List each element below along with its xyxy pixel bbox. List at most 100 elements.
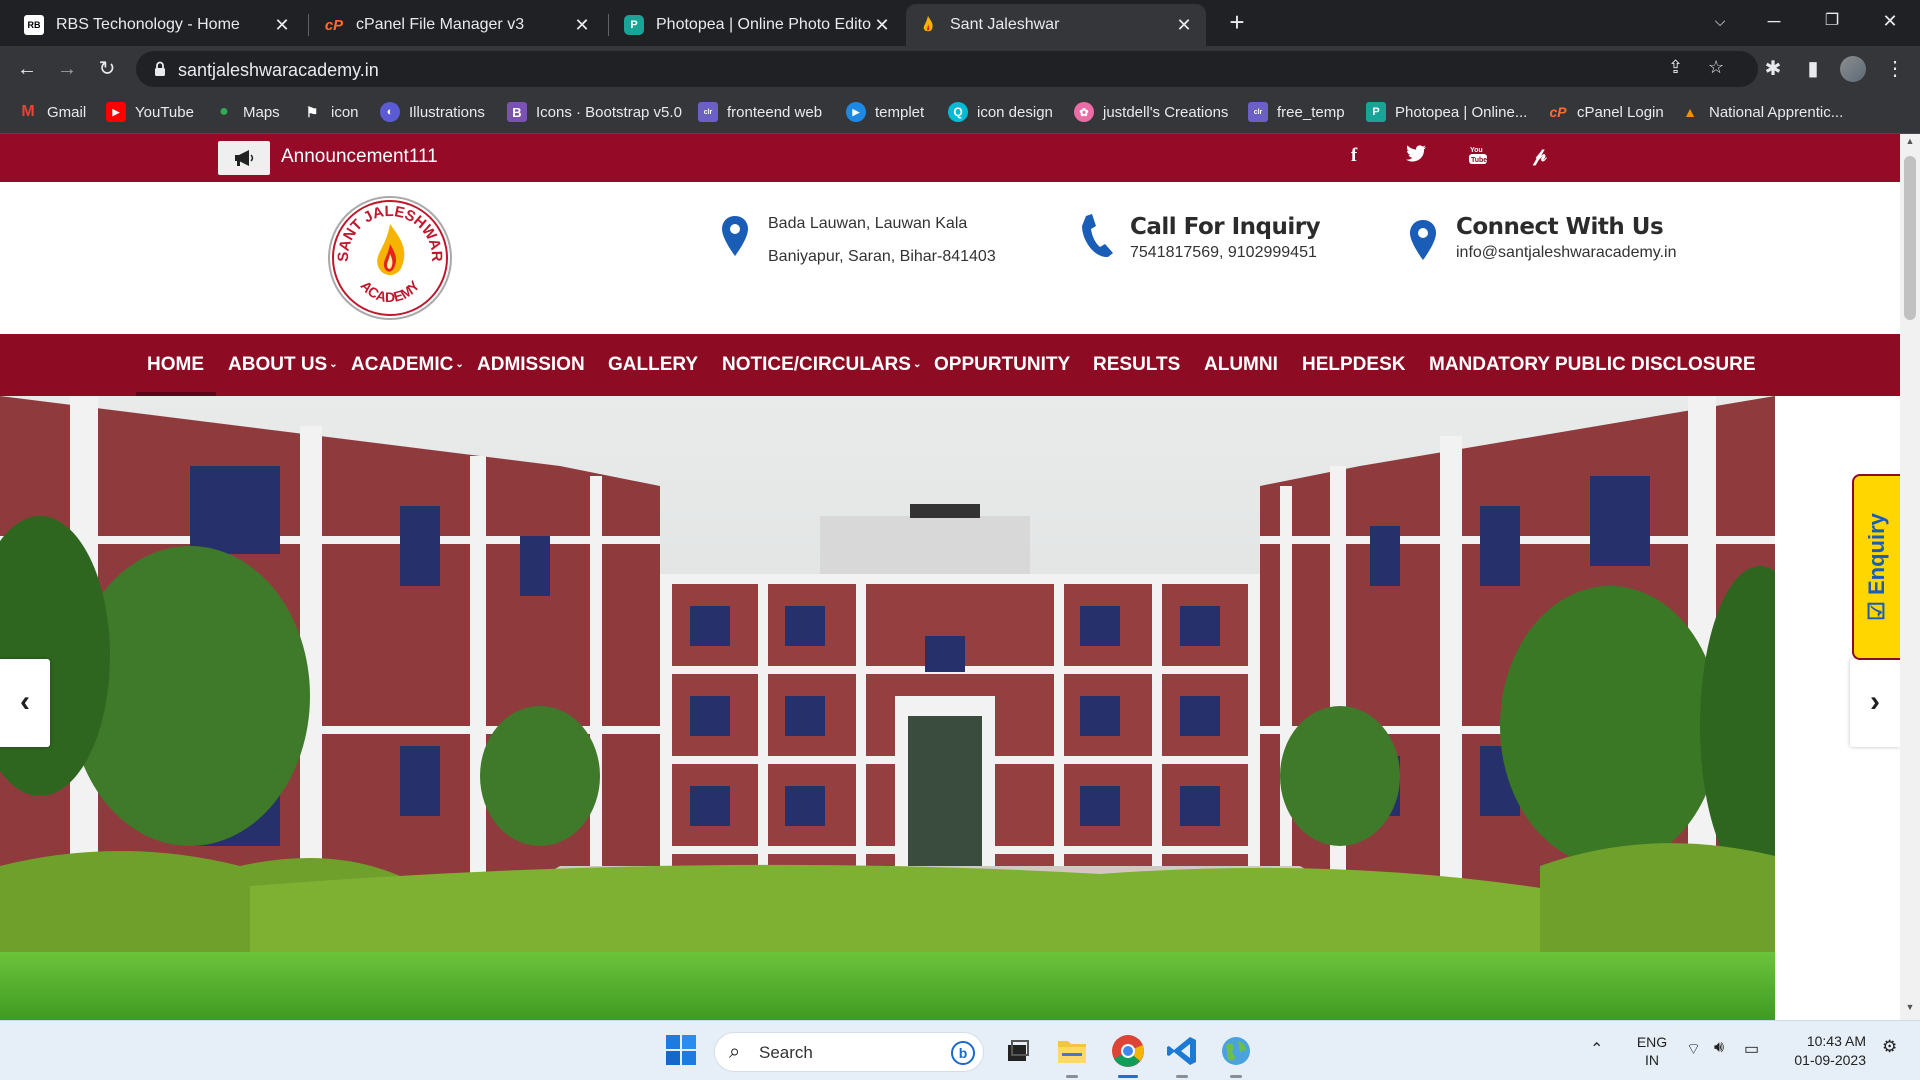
volume-icon[interactable]: 🔊︎ <box>1714 1039 1724 1057</box>
slider-prev-button[interactable]: ‹ <box>0 659 50 747</box>
connect-block: Connect With Us info@santjaleshwaracadem… <box>1410 214 1677 262</box>
tab-search-chevron-icon[interactable]: ⌵ <box>1700 6 1740 36</box>
octopus-icon: ✿ <box>1074 102 1094 122</box>
address-bar[interactable]: santjaleshwaracademy.in ⇪ ☆ <box>136 51 1758 87</box>
nav-academic[interactable]: ACADEMIC ⌄ <box>351 334 464 396</box>
enquiry-label: Enquiry <box>1864 513 1889 596</box>
close-tab-icon[interactable]: ✕ <box>1174 15 1194 36</box>
bookmark-youtube[interactable]: ▶ YouTube <box>106 102 194 122</box>
youtube-icon[interactable]: You Tube <box>1466 145 1490 171</box>
scrollbar-thumb[interactable] <box>1904 156 1916 320</box>
close-window-icon[interactable]: ✕ <box>1870 6 1910 36</box>
chrome-active-indicator <box>1118 1075 1138 1078</box>
bookmark-free-temp[interactable]: clr free_temp <box>1248 102 1345 122</box>
pinterest-icon[interactable]: 𝓅 <box>1528 145 1552 167</box>
new-tab-button[interactable]: + <box>1222 8 1252 38</box>
flame-favicon-icon <box>918 15 938 35</box>
tab-rbs[interactable]: RB RBS Techonology - Home ✕ <box>12 4 304 46</box>
task-view-icon[interactable] <box>1000 1033 1036 1069</box>
back-icon[interactable]: ← <box>12 54 42 84</box>
bookmark-photopea[interactable]: P Photopea | Online... <box>1366 102 1527 122</box>
bookmark-bootstrap[interactable]: B Icons · Bootstrap v5.0 <box>507 102 682 122</box>
wifi-icon[interactable]: ⌔ <box>1686 1039 1701 1059</box>
windows-start-icon[interactable] <box>666 1035 696 1065</box>
maps-icon: ● <box>219 103 229 120</box>
bookmark-illustrations[interactable]: ◐ Illustrations <box>380 102 485 122</box>
nav-about-us[interactable]: ABOUT US ⌄ <box>228 334 338 396</box>
nav-alumni[interactable]: ALUMNI <box>1204 334 1278 396</box>
enquiry-button[interactable]: ☑ Enquiry <box>1852 474 1900 660</box>
vscode-icon[interactable] <box>1164 1033 1200 1069</box>
forward-icon[interactable]: → <box>52 54 82 84</box>
bookmark-justdells-creations[interactable]: ✿ justdell's Creations <box>1074 102 1228 122</box>
nav-notice-circulars[interactable]: NOTICE/CIRCULARS ⌄ <box>722 334 921 396</box>
nav-admission[interactable]: ADMISSION <box>477 334 585 396</box>
show-hidden-icons-chevron-icon[interactable]: ⌃ <box>1590 1039 1603 1059</box>
bookmark-templet[interactable]: ▶ templet <box>846 102 924 122</box>
restore-window-icon[interactable]: ❐ <box>1812 6 1852 36</box>
taskbar-search[interactable]: ⌕ Search b <box>714 1032 984 1072</box>
file-explorer-icon[interactable] <box>1054 1033 1090 1069</box>
file-explorer-running-indicator <box>1066 1075 1078 1078</box>
chevron-down-icon: ⌄ <box>455 359 464 370</box>
menu-kebab-icon[interactable]: ⋮ <box>1880 54 1910 84</box>
notifications-icon[interactable]: ⚙ <box>1882 1037 1897 1057</box>
battery-icon[interactable]: ▭ <box>1744 1039 1759 1059</box>
lock-icon <box>155 61 165 76</box>
facebook-icon[interactable]: f <box>1342 145 1366 167</box>
bookmark-star-icon[interactable]: ☆ <box>1708 57 1724 78</box>
nav-mandatory-public-disclosure[interactable]: MANDATORY PUBLIC DISCLOSURE <box>1429 334 1756 396</box>
tab-photopea[interactable]: P Photopea | Online Photo Editor ✕ <box>612 4 904 46</box>
nav-label: HOME <box>147 354 204 375</box>
slider-next-button[interactable]: › <box>1850 659 1900 747</box>
close-tab-icon[interactable]: ✕ <box>572 15 592 36</box>
address-line-1: Bada Lauwan, Lauwan Kala <box>768 215 968 232</box>
bing-icon[interactable]: b <box>951 1041 975 1065</box>
tab-title: Photopea | Online Photo Editor <box>656 16 872 33</box>
scroll-down-icon[interactable]: ▼ <box>1900 1002 1920 1018</box>
nav-helpdesk[interactable]: HELPDESK <box>1302 334 1405 396</box>
bookmark-maps[interactable]: ● Maps <box>214 102 280 122</box>
page-scrollbar[interactable]: ▲ ▼ <box>1900 134 1920 1020</box>
minimize-icon[interactable]: ─ <box>1754 6 1794 36</box>
nav-results[interactable]: RESULTS <box>1093 334 1180 396</box>
cpanel-favicon-icon: cP <box>324 16 344 34</box>
nav-oppurtunity[interactable]: OPPURTUNITY <box>934 334 1070 396</box>
bookmark-label: Illustrations <box>409 103 485 121</box>
chrome-icon[interactable] <box>1110 1033 1146 1069</box>
close-tab-icon[interactable]: ✕ <box>272 15 292 36</box>
email-link[interactable]: info@santjaleshwaracademy.in <box>1456 244 1677 262</box>
clock[interactable]: 10:43 AM 01-09-2023 <box>1782 1032 1866 1070</box>
taskbar-search-placeholder: Search <box>759 1043 813 1062</box>
side-panel-icon[interactable]: ▮ <box>1798 54 1828 84</box>
clock-date: 01-09-2023 <box>1794 1052 1866 1068</box>
bookmark-cpanel-login[interactable]: cP cPanel Login <box>1548 102 1663 122</box>
bookmark-icon[interactable]: ⚑ icon <box>302 102 359 122</box>
nav-home[interactable]: HOME <box>147 334 204 396</box>
reload-icon[interactable]: ↻ <box>92 54 122 84</box>
tab-sant-jaleshwar[interactable]: Sant Jaleshwar ✕ <box>906 4 1206 46</box>
bookmark-gmail[interactable]: M Gmail <box>18 102 86 122</box>
bookmark-fronteend-web[interactable]: clr fronteend web <box>698 102 822 122</box>
profile-avatar[interactable] <box>1840 56 1866 82</box>
announcement-text[interactable]: Announcement111 <box>281 146 438 168</box>
nav-label: ACADEMIC <box>351 354 454 376</box>
tab-cpanel[interactable]: cP cPanel File Manager v3 ✕ <box>312 4 604 46</box>
bookmark-icon-design[interactable]: Qicon design <box>948 102 1053 122</box>
academy-logo[interactable]: SANT JALESHWAR ACADEMY <box>326 194 454 322</box>
nav-gallery[interactable]: GALLERY <box>608 334 698 396</box>
scroll-up-icon[interactable]: ▲ <box>1900 136 1920 152</box>
share-icon[interactable]: ⇪ <box>1668 57 1683 78</box>
phone-numbers[interactable]: 7541817569, 9102999451 <box>1130 244 1320 262</box>
extensions-icon[interactable]: ✱ <box>1758 54 1788 84</box>
browser-globe-icon[interactable] <box>1218 1033 1254 1069</box>
tab-divider <box>608 14 609 36</box>
close-tab-icon[interactable]: ✕ <box>872 15 892 36</box>
twitter-icon[interactable] <box>1404 145 1428 168</box>
main-nav: HOME ABOUT US ⌄ ACADEMIC ⌄ ADMISSION GALLE… <box>0 334 1900 396</box>
flag-icon: ⚑ <box>305 103 319 120</box>
browser-toolbar: ← → ↻ santjaleshwaracademy.in ⇪ ☆ ✱ ▮ ⋮ <box>0 46 1920 92</box>
language-indicator[interactable]: ENG IN <box>1632 1033 1672 1069</box>
nav-label: ALUMNI <box>1204 354 1278 375</box>
bookmark-national-apprentice[interactable]: ▲ National Apprentic... <box>1680 102 1843 122</box>
